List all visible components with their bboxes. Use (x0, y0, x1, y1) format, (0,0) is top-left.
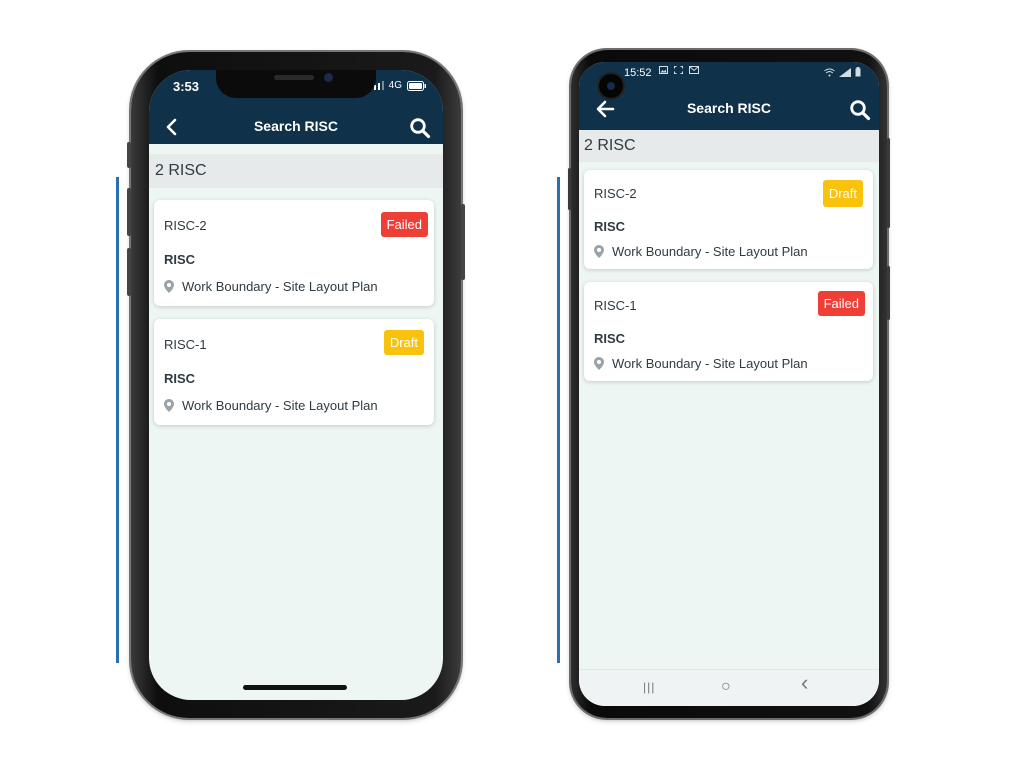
home-button[interactable]: ○ (721, 678, 731, 696)
image-notification-icon (659, 66, 668, 74)
status-badge: Failed (380, 212, 428, 237)
notification-icons (659, 66, 699, 77)
status-badge: Draft (383, 330, 424, 355)
title-bar: Search RISC (579, 92, 879, 126)
location-text: Work Boundary - Site Layout Plan (612, 356, 808, 371)
wifi-icon (824, 68, 835, 76)
risc-card[interactable]: RISC-2 Failed RISC Work Boundary - Site … (154, 200, 434, 306)
title-bar: Search RISC (149, 110, 443, 144)
risc-id: RISC-1 (594, 298, 637, 313)
location-pin-icon (594, 245, 604, 258)
page-title: Search RISC (253, 118, 339, 134)
left-accent-line (116, 177, 119, 663)
notch (216, 70, 376, 98)
power-button (887, 266, 890, 320)
screenshot-notification-icon (673, 66, 683, 74)
risc-location: Work Boundary - Site Layout Plan (164, 279, 378, 294)
battery-icon (855, 67, 861, 77)
recents-button[interactable]: ||| (643, 678, 655, 696)
location-pin-icon (594, 357, 604, 370)
risc-type: RISC (594, 219, 626, 234)
android-screen: 15:52 Search RISC 2 RISC RISC-2 Draft RI… (579, 62, 879, 706)
location-text: Work Boundary - Site Layout Plan (182, 279, 378, 294)
home-indicator[interactable] (243, 685, 347, 690)
network-label: 4G (388, 80, 402, 91)
risc-id: RISC-2 (594, 186, 637, 201)
bixby-button (568, 168, 571, 210)
risc-card[interactable]: RISC-1 Draft RISC Work Boundary - Site L… (154, 319, 434, 425)
status-time: 15:52 (624, 67, 652, 79)
iphone-device: 3:53 4G Search RISC 2 RISC RISC-2 Failed… (127, 52, 465, 718)
iphone-screen: 3:53 4G Search RISC 2 RISC RISC-2 Failed… (149, 70, 443, 700)
risc-id: RISC-1 (164, 337, 207, 352)
status-badge: Failed (817, 291, 865, 316)
risc-location: Work Boundary - Site Layout Plan (164, 398, 378, 413)
location-text: Work Boundary - Site Layout Plan (182, 398, 378, 413)
location-pin-icon (164, 399, 174, 412)
android-nav-bar: ||| ○ ‹ (579, 669, 879, 706)
risc-id: RISC-2 (164, 218, 207, 233)
status-time: 3:53 (173, 79, 200, 94)
status-right: 4G (369, 80, 427, 91)
location-pin-icon (164, 280, 174, 293)
front-camera (324, 73, 333, 82)
status-badge: Draft (822, 180, 863, 207)
page-title: Search RISC (686, 100, 772, 116)
power-button (461, 204, 465, 280)
risc-card[interactable]: RISC-1 Failed RISC Work Boundary - Site … (584, 282, 873, 381)
result-count: 2 RISC (579, 130, 879, 162)
android-device: 15:52 Search RISC 2 RISC RISC-2 Draft RI… (568, 50, 890, 718)
volume-button (887, 138, 890, 228)
speaker (274, 75, 314, 80)
app-header: 15:52 Search RISC (579, 62, 879, 130)
risc-card[interactable]: RISC-2 Draft RISC Work Boundary - Site L… (584, 170, 873, 269)
risc-type: RISC (164, 371, 196, 386)
risc-location: Work Boundary - Site Layout Plan (594, 244, 808, 259)
location-text: Work Boundary - Site Layout Plan (612, 244, 808, 259)
mail-notification-icon (688, 66, 699, 74)
volume-up-button (127, 188, 131, 236)
search-icon[interactable] (849, 99, 871, 121)
status-right (824, 67, 861, 77)
battery-icon (407, 80, 426, 91)
result-count: 2 RISC (149, 154, 443, 188)
right-accent-line (557, 177, 560, 663)
signal-icon (839, 67, 851, 77)
risc-location: Work Boundary - Site Layout Plan (594, 356, 808, 371)
risc-type: RISC (164, 252, 196, 267)
volume-down-button (127, 248, 131, 296)
nav-back-button[interactable]: ‹ (801, 672, 808, 694)
search-icon[interactable] (409, 117, 431, 139)
front-camera (599, 74, 623, 98)
risc-type: RISC (594, 331, 626, 346)
mute-switch (127, 142, 131, 168)
